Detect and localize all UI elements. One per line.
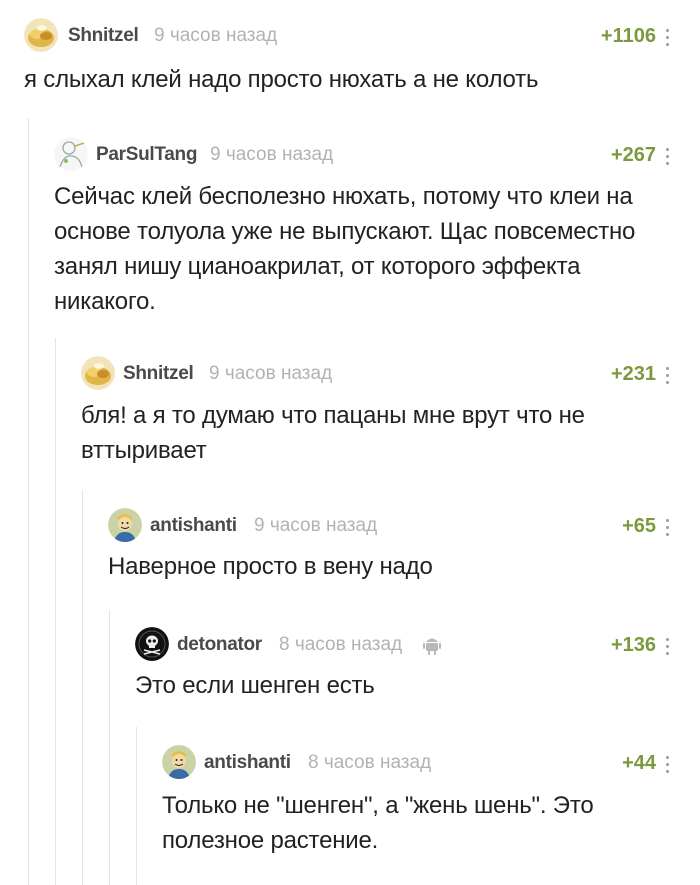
thread-line[interactable] bbox=[55, 338, 56, 885]
avatar[interactable] bbox=[135, 627, 169, 661]
username[interactable]: antishanti bbox=[150, 515, 237, 537]
android-icon bbox=[423, 635, 441, 660]
username[interactable]: Shnitzel bbox=[123, 363, 194, 385]
thread-line[interactable] bbox=[82, 490, 83, 885]
timestamp[interactable]: 9 часов назад bbox=[154, 25, 277, 47]
comment: antishanti 8 часов назад +44 Только не "… bbox=[162, 745, 700, 858]
timestamp[interactable]: 9 часов назад bbox=[209, 363, 332, 385]
comment: antishanti 9 часов назад +65 Наверное пр… bbox=[108, 508, 700, 584]
comment-text: Это если шенген есть bbox=[135, 672, 375, 699]
thread-line[interactable] bbox=[136, 727, 137, 885]
comment-text: Сейчас клей бесполезно нюхать, потому чт… bbox=[54, 183, 636, 315]
vault-boy-avatar-icon bbox=[108, 508, 142, 542]
more-options-icon[interactable] bbox=[666, 148, 670, 166]
rating: +1106 bbox=[600, 25, 656, 47]
username[interactable]: antishanti bbox=[204, 752, 291, 774]
avatar[interactable] bbox=[162, 745, 196, 779]
comment-header: ParSulTang 9 часов назад +267 bbox=[54, 137, 700, 173]
timestamp[interactable]: 8 часов назад bbox=[308, 752, 431, 774]
comment: ParSulTang 9 часов назад +267 Сейчас кле… bbox=[54, 137, 700, 319]
shnitzel-avatar-icon bbox=[24, 18, 58, 52]
vault-boy-avatar-icon bbox=[162, 745, 196, 779]
more-options-icon[interactable] bbox=[666, 367, 670, 385]
rating: +136 bbox=[610, 634, 656, 656]
skull-avatar-icon bbox=[135, 627, 169, 661]
thread-line[interactable] bbox=[109, 610, 110, 885]
rating: +231 bbox=[610, 363, 656, 385]
avatar[interactable] bbox=[24, 18, 58, 52]
comment-header: Shnitzel 9 часов назад +1106 bbox=[24, 18, 700, 54]
comment-header: Shnitzel 9 часов назад +231 bbox=[81, 356, 700, 392]
rating: +267 bbox=[610, 144, 656, 166]
more-options-icon[interactable] bbox=[666, 638, 670, 656]
avatar[interactable] bbox=[54, 137, 88, 171]
comment-text: я слыхал клей надо просто нюхать а не ко… bbox=[24, 66, 539, 93]
more-options-icon[interactable] bbox=[666, 29, 670, 47]
parsultang-avatar-icon bbox=[54, 137, 88, 171]
thread-line[interactable] bbox=[28, 118, 29, 885]
timestamp[interactable]: 9 часов назад bbox=[254, 515, 377, 537]
comment-text: Наверное просто в вену надо bbox=[108, 553, 433, 580]
comment-text: Только не "шенген", а "жень шень". Это п… bbox=[162, 792, 594, 854]
avatar[interactable] bbox=[108, 508, 142, 542]
avatar[interactable] bbox=[81, 356, 115, 390]
comment-header: antishanti 9 часов назад +65 bbox=[108, 508, 700, 544]
timestamp[interactable]: 9 часов назад bbox=[210, 144, 333, 166]
comment-text: бля! а я то думаю что пацаны мне врут чт… bbox=[81, 402, 585, 464]
rating: +65 bbox=[622, 515, 656, 537]
more-options-icon[interactable] bbox=[666, 519, 670, 537]
rating: +44 bbox=[622, 752, 656, 774]
username[interactable]: Shnitzel bbox=[68, 25, 139, 47]
comment: detonator 8 часов назад +136 Это если ше… bbox=[135, 627, 700, 703]
comment: Shnitzel 9 часов назад +1106 я слыхал кл… bbox=[24, 18, 700, 97]
comment: Shnitzel 9 часов назад +231 бля! а я то … bbox=[81, 356, 700, 468]
timestamp[interactable]: 8 часов назад bbox=[279, 634, 402, 656]
username[interactable]: detonator bbox=[177, 634, 262, 656]
comment-header: antishanti 8 часов назад +44 bbox=[162, 745, 700, 781]
comment-header: detonator 8 часов назад +136 bbox=[135, 627, 700, 663]
shnitzel-avatar-icon bbox=[81, 356, 115, 390]
username[interactable]: ParSulTang bbox=[96, 144, 197, 166]
more-options-icon[interactable] bbox=[666, 756, 670, 774]
